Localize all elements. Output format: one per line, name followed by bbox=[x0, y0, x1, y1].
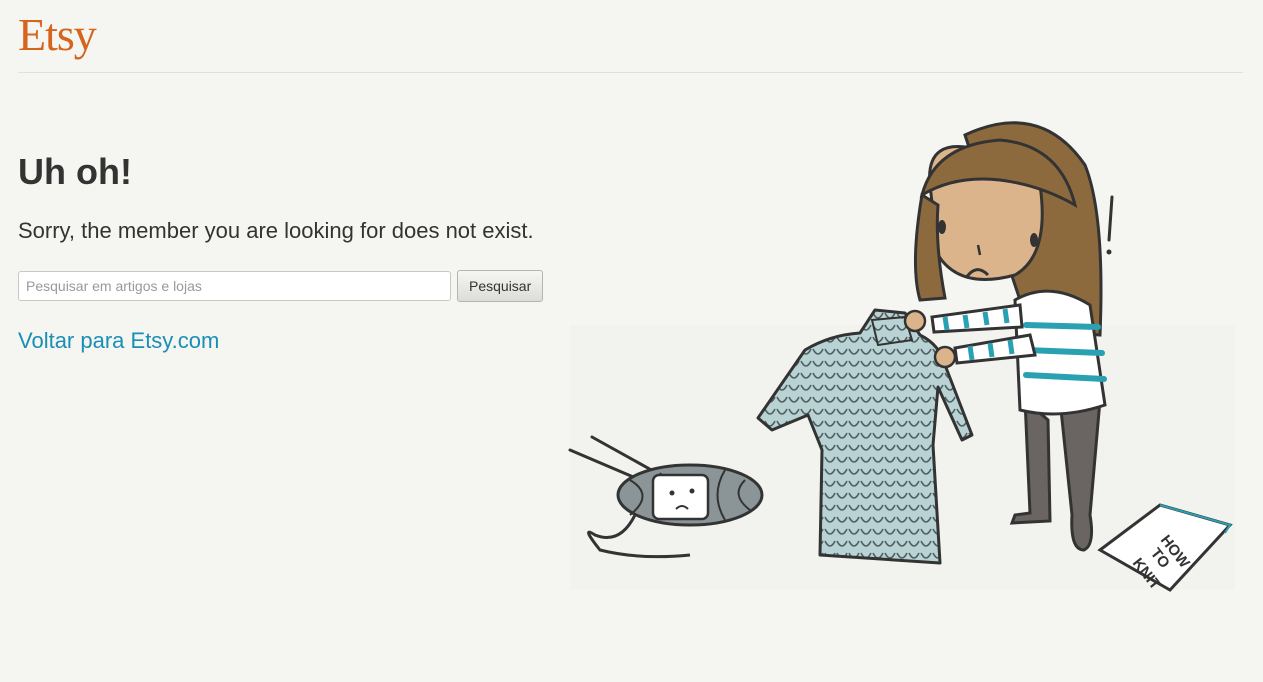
search-button[interactable]: Pesquisar bbox=[457, 270, 544, 302]
search-input[interactable] bbox=[18, 271, 451, 301]
search-form: Pesquisar bbox=[18, 270, 578, 302]
main-content: Uh oh! Sorry, the member you are looking… bbox=[18, 140, 578, 354]
error-message: Sorry, the member you are looking for do… bbox=[18, 218, 534, 243]
sad-knitter-illustration: HOW TO KNIT bbox=[568, 121, 1235, 593]
page-title: Uh oh! bbox=[18, 151, 132, 192]
etsy-logo[interactable]: Etsy bbox=[18, 8, 97, 62]
header: Etsy bbox=[18, 0, 1243, 73]
back-to-etsy-link[interactable]: Voltar para Etsy.com bbox=[18, 328, 219, 354]
